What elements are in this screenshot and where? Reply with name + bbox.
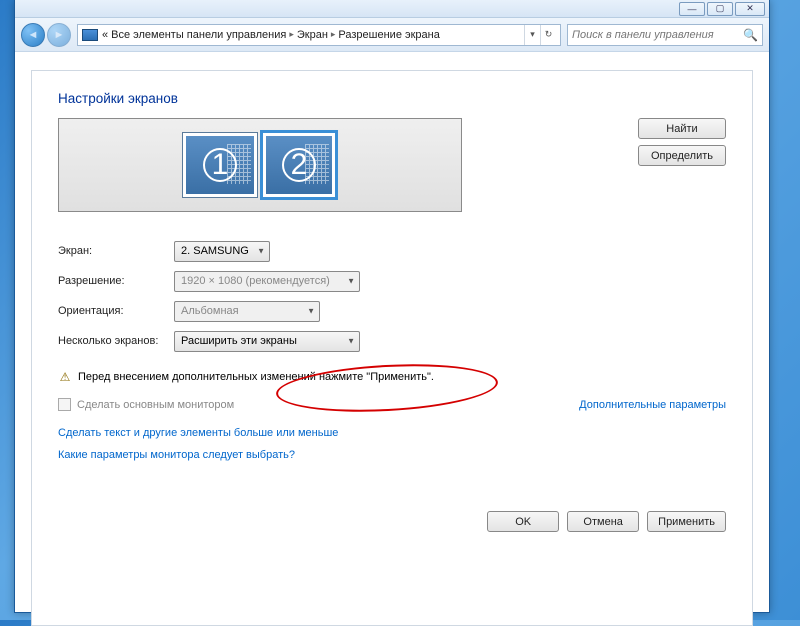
- search-input[interactable]: [572, 29, 743, 41]
- multiple-displays-select[interactable]: Расширить эти экраны ▼: [174, 331, 360, 352]
- warning-row: ⚠ Перед внесением дополнительных изменен…: [58, 370, 726, 384]
- monitor-number: 1: [212, 148, 229, 182]
- resolution-select[interactable]: 1920 × 1080 (рекомендуется) ▼: [174, 271, 360, 292]
- address-bar[interactable]: « Все элементы панели управления ▸ Экран…: [77, 24, 561, 46]
- navbar: ◄ ► « Все элементы панели управления ▸ Э…: [15, 18, 769, 52]
- search-icon[interactable]: 🔍: [743, 28, 758, 42]
- text-size-link[interactable]: Сделать текст и другие элементы больше и…: [58, 427, 726, 439]
- advanced-parameters-link[interactable]: Дополнительные параметры: [579, 399, 726, 411]
- screen-label: Экран:: [58, 245, 174, 257]
- make-primary-checkbox: [58, 398, 71, 411]
- monitor-preview[interactable]: 1 2: [58, 118, 462, 212]
- apply-button[interactable]: Применить: [647, 511, 726, 532]
- titlebar: — ▢ ✕: [15, 0, 769, 18]
- breadcrumb: « Все элементы панели управления ▸ Экран…: [102, 29, 440, 41]
- orientation-select[interactable]: Альбомная ▼: [174, 301, 320, 322]
- multiple-displays-label: Несколько экранов:: [58, 335, 174, 347]
- orientation-label: Ориентация:: [58, 305, 174, 317]
- warning-text: Перед внесением дополнительных изменений…: [78, 371, 434, 383]
- page-heading: Настройки экранов: [58, 91, 726, 106]
- crumb-item[interactable]: Разрешение экрана: [338, 29, 439, 41]
- screen-value: 2. SAMSUNG: [181, 245, 249, 257]
- search-bar: 🔍: [567, 24, 763, 46]
- chevron-right-icon: ▸: [331, 29, 336, 40]
- detect-button[interactable]: Определить: [638, 145, 726, 166]
- chevron-down-icon: ▼: [347, 337, 355, 346]
- screen-select[interactable]: 2. SAMSUNG ▼: [174, 241, 270, 262]
- window: — ▢ ✕ ◄ ► « Все элементы панели управлен…: [14, 0, 770, 613]
- orientation-value: Альбомная: [181, 305, 239, 317]
- address-refresh-button[interactable]: ↻: [540, 25, 556, 45]
- ok-button[interactable]: OK: [487, 511, 559, 532]
- maximize-button[interactable]: ▢: [707, 2, 733, 16]
- monitor-2[interactable]: 2: [260, 130, 338, 200]
- multiple-displays-value: Расширить эти экраны: [181, 335, 297, 347]
- warning-icon: ⚠: [58, 370, 72, 384]
- chevron-down-icon: ▼: [307, 307, 315, 316]
- nav-back-button[interactable]: ◄: [21, 23, 45, 47]
- content-card: Настройки экранов 1 2: [31, 70, 753, 626]
- monitor-1[interactable]: 1: [182, 132, 258, 198]
- address-dropdown-button[interactable]: ▾: [524, 25, 540, 45]
- crumb-prefix: «: [102, 29, 108, 41]
- close-button[interactable]: ✕: [735, 2, 765, 16]
- crumb-item[interactable]: Все элементы панели управления: [111, 29, 286, 41]
- crumb-item[interactable]: Экран: [297, 29, 328, 41]
- monitor-number: 2: [291, 148, 308, 182]
- resolution-value: 1920 × 1080 (рекомендуется): [181, 275, 330, 287]
- resolution-label: Разрешение:: [58, 275, 174, 287]
- monitor-params-help-link[interactable]: Какие параметры монитора следует выбрать…: [58, 449, 726, 461]
- control-panel-icon: [82, 29, 98, 41]
- minimize-button[interactable]: —: [679, 2, 705, 16]
- chevron-down-icon: ▼: [257, 247, 265, 256]
- chevron-down-icon: ▼: [347, 277, 355, 286]
- nav-forward-button[interactable]: ►: [47, 23, 71, 47]
- chevron-right-icon: ▸: [289, 29, 294, 40]
- make-primary-label: Сделать основным монитором: [77, 399, 234, 411]
- settings-form: Экран: 2. SAMSUNG ▼ Разрешение: 1920 × 1…: [58, 236, 726, 356]
- find-button[interactable]: Найти: [638, 118, 726, 139]
- cancel-button[interactable]: Отмена: [567, 511, 639, 532]
